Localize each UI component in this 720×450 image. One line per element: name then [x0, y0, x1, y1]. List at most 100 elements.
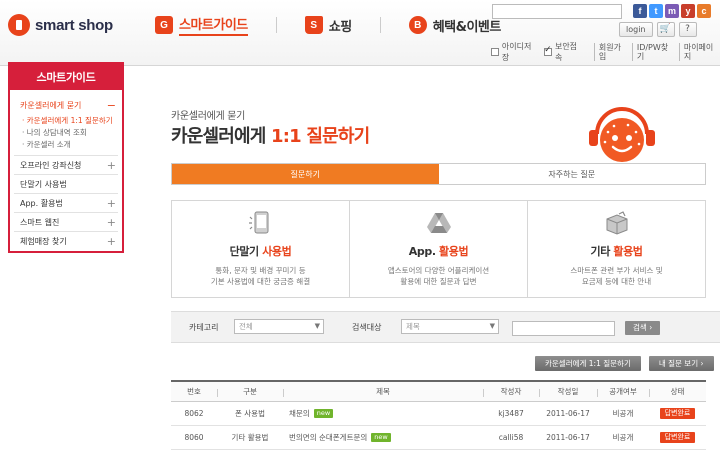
login-area: login 🛒 ? [615, 22, 697, 37]
save-id-checkbox[interactable] [491, 48, 499, 56]
find-id-pw-link[interactable]: ID/PW찾기 [631, 43, 675, 61]
row-title[interactable]: 채문의 new [283, 402, 483, 425]
row-state: 답변완료 [649, 402, 706, 425]
expand-icon: + [106, 235, 116, 248]
status-badge: 답변완료 [659, 432, 696, 443]
tab-ask-question[interactable]: 질문하기 [172, 164, 439, 184]
expand-icon: + [106, 158, 116, 172]
row-number: 8060 [184, 433, 204, 442]
sidebar-menu: 카운셀러에게 묻기 − · 카운셀러에게 1:1 질문하기 · 나의 상담내역 … [10, 96, 122, 251]
sidebar-submenu: · 카운셀러에게 1:1 질문하기 · 나의 상담내역 조회 · 카운셀러 소개 [14, 115, 118, 156]
card-etc-usage[interactable]: 기타 활용법 스마트폰 관련 부가 서비스 및 요금제 등에 대한 안내 [528, 201, 705, 297]
gnb-divider [275, 17, 277, 33]
facebook-icon[interactable]: f [633, 4, 647, 18]
sidebar-item-offline-class[interactable]: 오프라인 강좌신청 + [14, 156, 118, 175]
question-table: 번호 구분 제목 작성자 작성일 공개여부 상태 8062 폰 사용법 채문의 n… [171, 380, 706, 450]
page-subtitle: 카운셀러에게 묻기 [171, 111, 246, 122]
search-input[interactable] [512, 321, 615, 336]
phone-icon [248, 211, 268, 234]
gnb-benefits[interactable]: B 혜택&이벤트 [408, 16, 502, 35]
sidebar-subitem-1on1[interactable]: · 카운셀러에게 1:1 질문하기 [22, 115, 118, 127]
gnb-benefits-label: 혜택&이벤트 [432, 19, 502, 35]
table-row[interactable]: 8060 기타 활용법 번의면의 순대폰게트문의 new calli58 2011… [171, 426, 706, 450]
sidebar-item-label: 체험매장 찾기 [20, 237, 67, 246]
table-header: 번호 구분 제목 작성자 작성일 공개여부 상태 [171, 380, 706, 402]
my-questions-button[interactable]: 내 질문 보기 › [648, 356, 714, 371]
col-title: 제목 [283, 382, 483, 401]
guide-icon: G [155, 16, 173, 34]
row-title[interactable]: 번의면의 순대폰게트문의 new [283, 426, 483, 449]
save-id-label: 아이디저장 [501, 42, 532, 62]
category-cards: 단말기 사용법 통화, 문자 및 배경 꾸미기 등 기본 사용법에 대한 궁금증 … [171, 200, 706, 298]
cyworld-icon[interactable]: c [697, 4, 711, 18]
yozm-icon[interactable]: y [681, 4, 695, 18]
new-badge: new [371, 433, 391, 442]
sidebar-subitem-history[interactable]: · 나의 상담내역 조회 [22, 127, 118, 139]
sidebar-item-ask-counselor[interactable]: 카운셀러에게 묻기 − [14, 96, 118, 115]
row-writer: kj3487 [498, 409, 524, 418]
table-row[interactable]: 8062 폰 사용법 채문의 new kj3487 2011-06-17 비공개 … [171, 402, 706, 426]
shopping-bag-icon: S [304, 16, 323, 34]
card-app-usage[interactable]: App. 활용법 앱스토어의 다양한 어플리케이션 활용에 대한 질문과 답변 [350, 201, 528, 297]
sidebar-item-app-usage[interactable]: App. 활용법 + [14, 194, 118, 213]
search-target-select[interactable]: 제목 ▼ [401, 319, 499, 334]
help-button[interactable]: ? [678, 22, 697, 37]
expand-icon: + [106, 215, 116, 229]
secure-login-label: 보안접속 [554, 42, 578, 62]
top-search-input[interactable] [492, 4, 622, 19]
row-state: 답변완료 [649, 426, 706, 449]
sidebar-item-smart-webzine[interactable]: 스마트 웹진 + [14, 213, 118, 232]
chevron-down-icon: ▼ [314, 322, 320, 330]
chevron-down-icon: ▼ [489, 322, 495, 330]
benefit-badge-icon: B [408, 16, 427, 34]
col-writer: 작성자 [483, 382, 539, 401]
logo[interactable]: smart shop [8, 14, 113, 36]
search-button[interactable]: 검색 › [625, 321, 661, 335]
card-title: App. 활용법 [408, 245, 469, 258]
col-category: 구분 [217, 382, 283, 401]
card-title: 단말기 사용법 [229, 245, 292, 258]
logo-text: smart shop [35, 16, 113, 34]
gnb-shopping[interactable]: S 쇼핑 [304, 16, 352, 35]
sidebar-item-label: 스마트 웹진 [20, 217, 60, 227]
action-buttons: 카운셀러에게 1:1 질문하기 내 질문 보기 › [535, 356, 714, 371]
card-desc: 앱스토어의 다양한 어플리케이션 활용에 대한 질문과 답변 [387, 266, 490, 286]
box-icon [606, 211, 627, 235]
gnb-smart-guide[interactable]: G 스마트가이드 [155, 14, 248, 36]
login-button[interactable]: login [619, 22, 653, 37]
join-link[interactable]: 회원가입 [593, 43, 628, 61]
category-label: 카테고리 [189, 323, 219, 332]
card-title: 기타 활용법 [590, 245, 643, 258]
cart-icon[interactable]: 🛒 [656, 22, 675, 37]
ask-counselor-button[interactable]: 카운셀러에게 1:1 질문하기 [535, 356, 641, 371]
logo-mark-icon [8, 14, 30, 36]
new-badge: new [313, 409, 334, 418]
row-public: 비공개 [612, 433, 634, 442]
expand-icon: + [106, 196, 116, 210]
sidebar-item-label: 오프라인 강좌신청 [20, 160, 82, 170]
card-desc: 스마트폰 관련 부가 서비스 및 요금제 등에 대한 안내 [570, 266, 663, 286]
sidebar-item-label: 카운셀러에게 묻기 [20, 101, 82, 110]
header: smart shop G 스마트가이드 S 쇼핑 B 혜택&이벤트 f t m … [0, 0, 720, 66]
sidebar: 스마트가이드 카운셀러에게 묻기 − · 카운셀러에게 1:1 질문하기 · 나… [8, 62, 124, 253]
collapse-icon: − [106, 99, 116, 112]
category-select[interactable]: 전체 ▼ [234, 319, 324, 334]
card-device-usage[interactable]: 단말기 사용법 통화, 문자 및 배경 꾸미기 등 기본 사용법에 대한 궁금증 … [172, 201, 350, 297]
tab-faq[interactable]: 자주하는 질문 [438, 164, 705, 184]
counselor-mascot-icon [589, 107, 655, 162]
sidebar-subitem-counselor-intro[interactable]: · 카운셀러 소개 [22, 139, 118, 151]
row-date: 2011-06-17 [546, 409, 590, 418]
mypage-link[interactable]: 마이페이지 [678, 43, 720, 61]
sidebar-item-find-store[interactable]: 체험매장 찾기 + [14, 232, 118, 251]
twitter-icon[interactable]: t [649, 4, 663, 18]
col-date: 작성일 [539, 382, 597, 401]
gnb-smart-guide-label: 스마트가이드 [179, 14, 248, 36]
sidebar-item-device-usage[interactable]: 단말기 사용법 [14, 175, 118, 194]
status-badge: 답변완료 [659, 408, 696, 419]
secure-login-checkbox[interactable] [544, 45, 552, 56]
col-number: 번호 [187, 387, 201, 396]
row-writer: calli58 [498, 433, 524, 442]
me2day-icon[interactable]: m [665, 4, 679, 18]
app-drive-icon [426, 213, 451, 233]
page-title-highlight: 1:1 질문하기 [271, 126, 370, 147]
